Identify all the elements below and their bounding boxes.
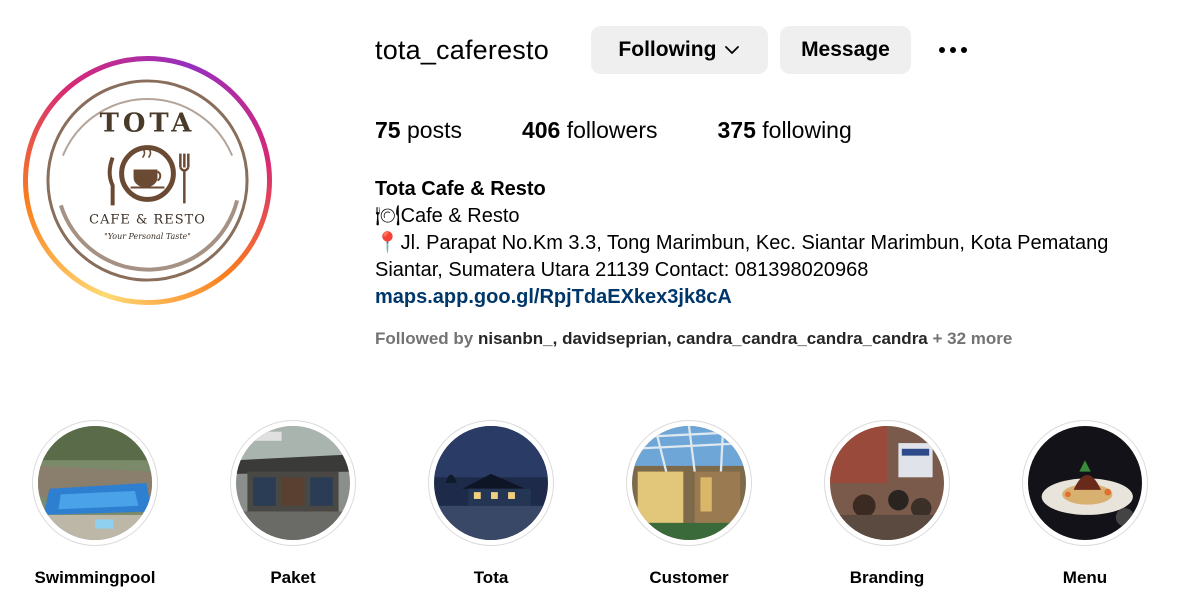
posts-label: posts xyxy=(406,117,462,143)
posts-count: 75 xyxy=(375,117,401,143)
highlight-menu[interactable]: Menu xyxy=(1015,420,1155,588)
following-button[interactable]: Following xyxy=(590,26,768,74)
message-button[interactable]: Message xyxy=(779,26,911,74)
followed-by-more[interactable]: + 32 more xyxy=(933,329,1013,348)
highlight-label: Paket xyxy=(270,568,316,587)
followed-by[interactable]: Followed by nisanbn_, davidseprian, cand… xyxy=(375,329,1012,349)
highlight-thumbnail xyxy=(38,426,152,540)
bio-address: Jl. Parapat No.Km 3.3, Tong Marimbun, Ke… xyxy=(375,232,1109,281)
followers-stat[interactable]: 406 followers xyxy=(522,117,658,144)
follower-user-1[interactable]: nisanbn_ xyxy=(478,329,553,348)
profile-header: tota_caferesto Following Message xyxy=(375,26,967,74)
followers-count: 406 xyxy=(521,117,561,143)
username: tota_caferesto xyxy=(375,34,549,65)
chevron-down-icon xyxy=(724,45,740,55)
highlight-label: Tota xyxy=(473,568,509,587)
bio-line-address: 📍 Jl. Parapat No.Km 3.3, Tong Marimbun, … xyxy=(375,230,1155,284)
pushpin-icon: 📍 xyxy=(375,232,400,254)
profile-avatar[interactable]: TOTA CAFE & RESTO "Your Personal Taste" xyxy=(33,66,262,295)
profile-avatar-story-ring[interactable]: TOTA CAFE & RESTO "Your Personal Taste" xyxy=(23,56,272,305)
highlight-paket[interactable]: Paket xyxy=(223,420,363,588)
logo-title: TOTA xyxy=(100,109,196,139)
following-count: 375 xyxy=(717,117,756,143)
more-options-icon[interactable] xyxy=(938,26,967,74)
highlight-branding[interactable]: Branding xyxy=(817,420,957,588)
bio-line-category: 🍽 Cafe & Resto xyxy=(375,203,1155,230)
follower-user-3[interactable]: candra_candra_candra_candra xyxy=(676,329,927,348)
highlight-label: Branding xyxy=(849,568,925,587)
bio-category: Cafe & Resto xyxy=(400,205,520,227)
posts-stat: 75 posts xyxy=(375,117,462,144)
highlight-thumbnail xyxy=(830,426,944,540)
highlight-thumbnail xyxy=(236,426,350,540)
highlight-tota[interactable]: Tota xyxy=(421,420,561,588)
logo-subtitle: CAFE & RESTO xyxy=(89,212,206,227)
display-name: Tota Cafe & Resto xyxy=(375,178,546,200)
follower-user-2[interactable]: davidseprian xyxy=(562,329,667,348)
followed-by-prefix: Followed by xyxy=(375,329,474,348)
followers-label: followers xyxy=(566,117,658,143)
highlight-thumbnail xyxy=(434,426,548,540)
plate-cutlery-icon: 🍽 xyxy=(375,205,401,227)
profile-stats: 75 posts 406 followers 375 following xyxy=(375,117,912,144)
story-highlights: Swimmingpool Paket Tota Customer Brandin… xyxy=(0,420,1180,596)
following-label: following xyxy=(762,117,852,143)
profile-bio: Tota Cafe & Resto 🍽 Cafe & Resto 📍 Jl. P… xyxy=(375,176,1155,311)
logo-tagline: "Your Personal Taste" xyxy=(104,232,191,241)
bio-link[interactable]: maps.app.goo.gl/RpjTdaEXkex3jk8cA xyxy=(375,284,1155,311)
following-stat[interactable]: 375 following xyxy=(718,117,852,144)
tota-logo: TOTA CAFE & RESTO "Your Personal Taste" xyxy=(46,79,249,282)
following-button-label: Following xyxy=(618,38,717,61)
highlight-label: Swimmingpool xyxy=(34,568,156,587)
highlight-label: Menu xyxy=(1062,568,1108,587)
highlight-swimmingpool[interactable]: Swimmingpool xyxy=(25,420,165,588)
highlight-thumbnail xyxy=(632,426,746,540)
highlight-thumbnail xyxy=(1028,426,1142,540)
highlight-label: Customer xyxy=(649,568,729,587)
highlight-customer[interactable]: Customer xyxy=(619,420,759,588)
